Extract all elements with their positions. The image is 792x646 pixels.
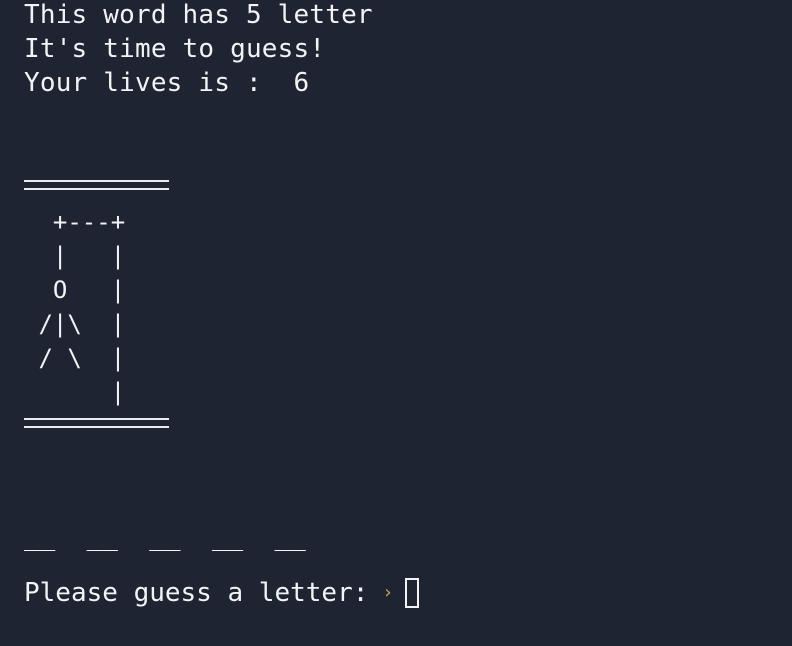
lives-counter: Your lives is : 6: [24, 68, 310, 98]
guess-prompt-message: It's time to guess!: [24, 34, 326, 64]
text-cursor[interactable]: [405, 578, 420, 608]
input-prompt-label: Please guess a letter:: [24, 578, 369, 608]
word-letter-slots: __ __ __ __ __: [24, 522, 306, 552]
hangman-ascii-art: +---+ | | O | /|\ | / \ | |: [38, 208, 126, 406]
input-prompt-row[interactable]: Please guess a letter: ›: [24, 574, 420, 612]
terminal-window: This word has 5 letter It's time to gues…: [0, 0, 792, 646]
gallows-bottom-rule: [24, 418, 169, 428]
gallows-top-rule: [24, 180, 169, 190]
word-length-message: This word has 5 letter: [24, 0, 373, 30]
prompt-arrow-icon: ›: [382, 582, 394, 603]
